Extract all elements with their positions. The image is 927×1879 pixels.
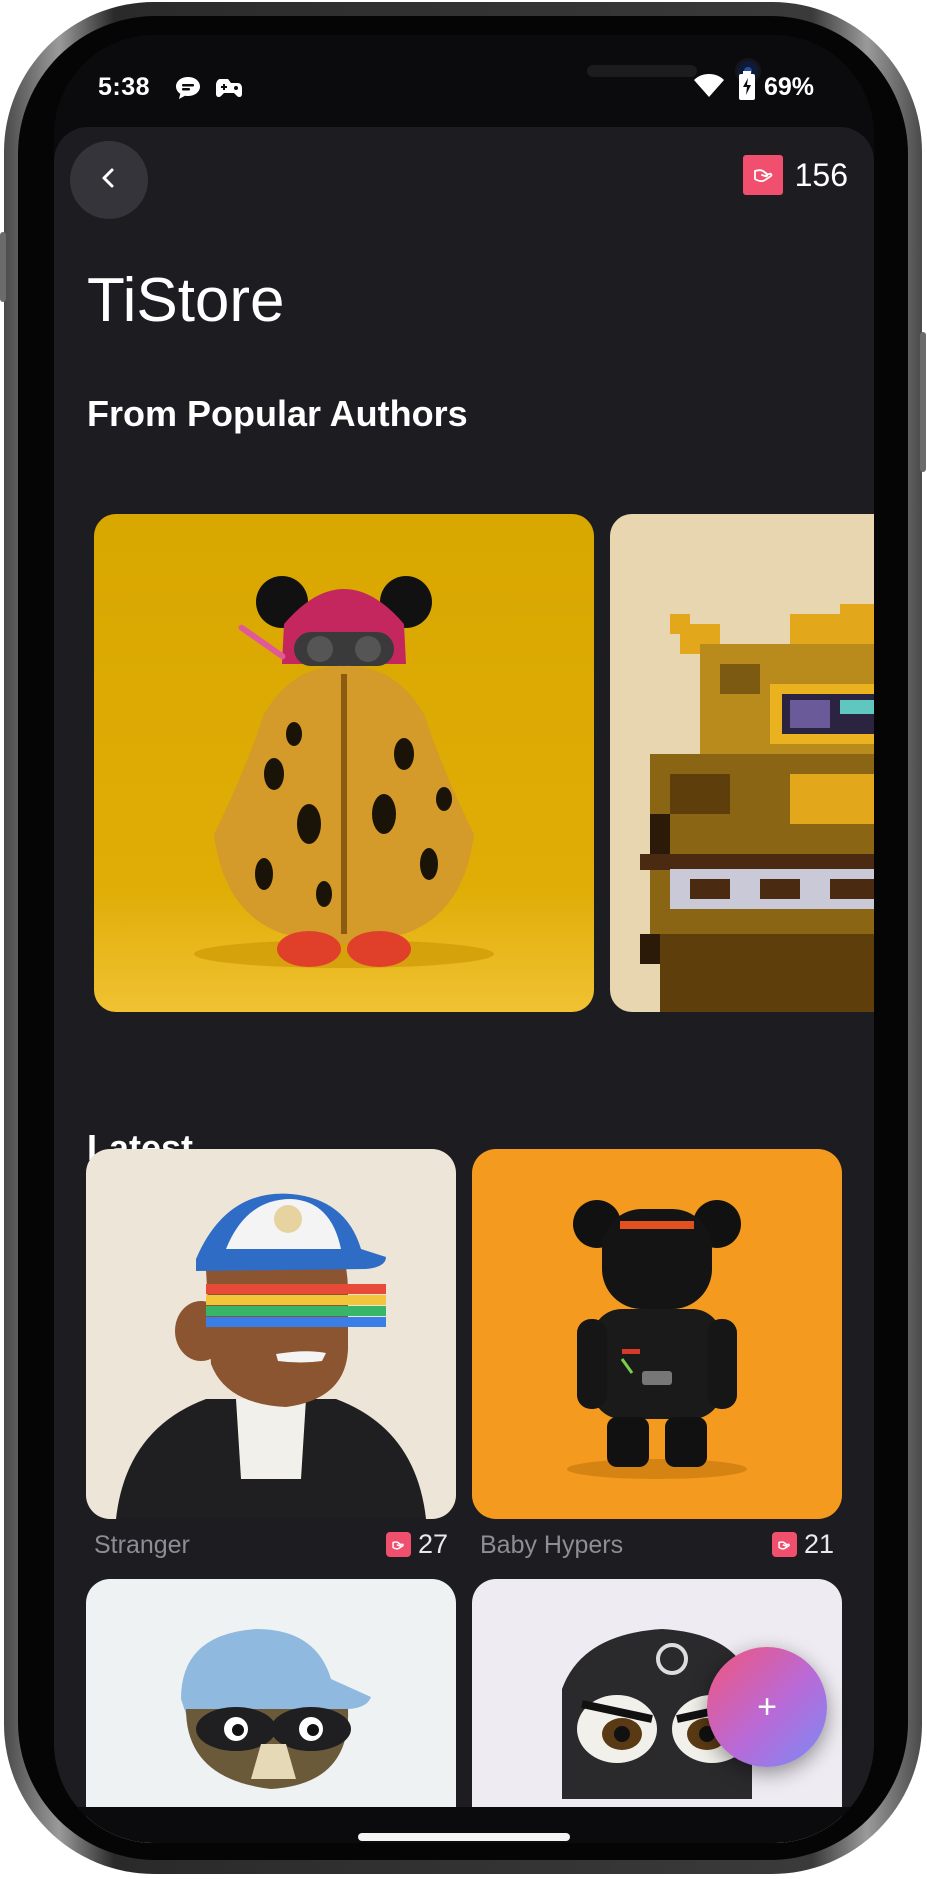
featured-card-pixel-monster[interactable] — [610, 514, 874, 1012]
item-likes: 27 — [385, 1529, 448, 1560]
coin-count: 156 — [794, 156, 848, 193]
status-bar: 5:38 69% — [54, 35, 874, 127]
item-like-count: 21 — [803, 1529, 834, 1559]
chat-bubble-icon — [174, 75, 202, 106]
latest-card-stranger-meta: Stranger 27 — [86, 1525, 456, 1565]
hand-coin-icon — [742, 155, 783, 195]
pixel-monster-artwork — [640, 604, 874, 1012]
item-name: Stranger — [94, 1531, 190, 1559]
section-title-popular: From Popular Authors — [87, 393, 468, 434]
page-title: TiStore — [87, 266, 285, 335]
battery-percentage: 69% — [764, 73, 815, 101]
stranger-ape-artwork — [116, 1193, 426, 1519]
phone-screen: 5:38 69% 156 TiStore From Popular Author… — [54, 35, 874, 1843]
item-likes: 21 — [771, 1529, 834, 1560]
plus-icon: + — [757, 1687, 777, 1726]
featured-card-fuzzy-bear[interactable] — [94, 514, 594, 1012]
hand-coin-icon — [385, 1532, 411, 1557]
latest-card-baby-hypers-meta: Baby Hypers 21 — [472, 1525, 842, 1565]
home-indicator[interactable] — [358, 1833, 570, 1841]
fuzzy-bear-artwork — [194, 576, 494, 968]
latest-card-bird-cap[interactable] — [86, 1579, 456, 1843]
battery-charging-icon — [738, 71, 756, 106]
black-bear-artwork — [567, 1200, 747, 1479]
wifi-icon — [694, 73, 724, 104]
item-like-count: 27 — [417, 1529, 448, 1559]
notch — [234, 35, 758, 117]
speaker — [587, 65, 697, 77]
status-time: 5:38 — [98, 73, 151, 101]
latest-card-stranger[interactable] — [86, 1149, 456, 1519]
add-button[interactable]: + — [707, 1647, 827, 1767]
game-controller-icon — [214, 75, 244, 106]
back-button[interactable] — [70, 141, 148, 219]
item-name: Baby Hypers — [480, 1531, 624, 1559]
app-content: 156 TiStore From Popular Authors Latest … — [54, 127, 874, 1843]
bird-cap-artwork — [181, 1629, 371, 1789]
coin-balance[interactable]: 156 — [742, 155, 848, 195]
chevron-left-icon — [96, 165, 122, 196]
power-button — [920, 332, 926, 472]
mute-switch — [0, 232, 6, 302]
hand-coin-icon — [771, 1532, 797, 1557]
latest-card-baby-hypers[interactable] — [472, 1149, 842, 1519]
